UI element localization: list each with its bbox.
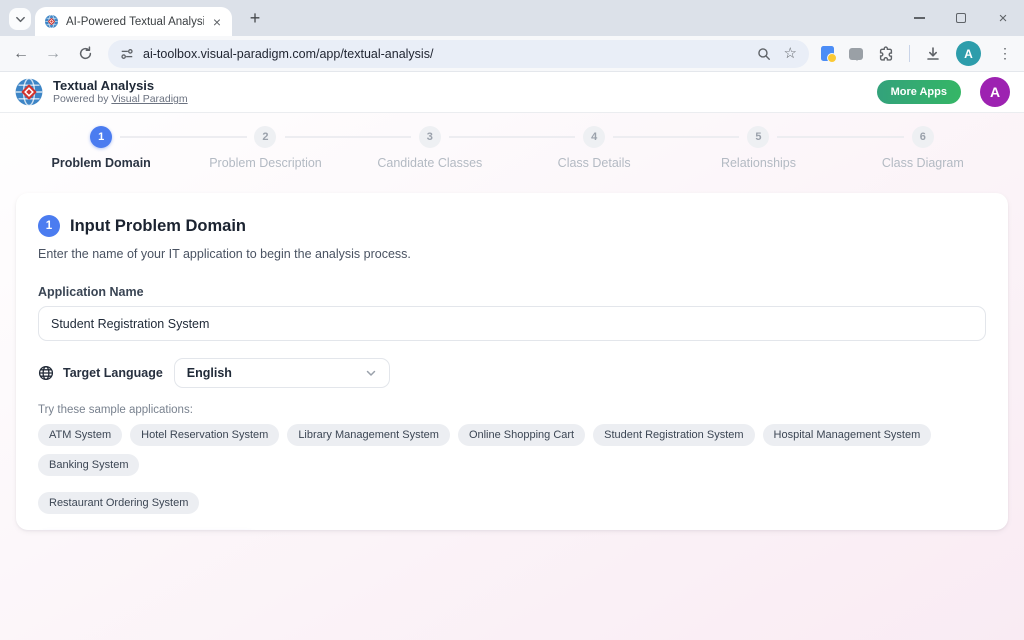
reload-icon [78, 46, 93, 61]
sample-chip[interactable]: Library Management System [287, 424, 450, 446]
window-close-button[interactable]: × [982, 0, 1024, 36]
sample-chip[interactable]: Online Shopping Cart [458, 424, 585, 446]
step-number: 2 [254, 126, 276, 148]
toolbar-separator [909, 45, 910, 62]
close-icon: × [999, 11, 1008, 26]
visual-paradigm-logo-icon [14, 77, 44, 107]
window-controls: × [898, 0, 1024, 36]
user-avatar[interactable]: A [980, 77, 1010, 107]
step-label: Class Details [512, 156, 676, 171]
step-class-details[interactable]: 4 Class Details [512, 126, 676, 171]
sample-chip[interactable]: Student Registration System [593, 424, 754, 446]
samples-label: Try these sample applications: [38, 404, 986, 416]
window-maximize-button[interactable] [940, 0, 982, 36]
problem-domain-card: 1 Input Problem Domain Enter the name of… [16, 193, 1008, 530]
step-number: 5 [747, 126, 769, 148]
reload-button[interactable] [74, 46, 96, 61]
target-language-label: Target Language [63, 366, 163, 380]
step-number: 4 [583, 126, 605, 148]
back-icon: ← [13, 46, 29, 62]
forward-icon: → [45, 46, 61, 62]
step-number: 1 [90, 126, 112, 148]
card-description: Enter the name of your IT application to… [38, 247, 986, 261]
tab-title: AI-Powered Textual Analysis for [66, 16, 204, 28]
page-body: Textual Analysis Powered by Visual Parad… [0, 72, 1024, 640]
maximize-icon [956, 13, 966, 23]
window-minimize-button[interactable] [898, 0, 940, 36]
forward-button[interactable]: → [42, 46, 64, 62]
browser-menu-kebab-icon[interactable]: ⋮ [996, 45, 1014, 62]
sample-chip[interactable]: Banking System [38, 454, 139, 476]
step-problem-domain[interactable]: 1 Problem Domain [19, 126, 183, 171]
browser-toolbar: ← → ai-toolbox.visual-paradigm.com/app/t… [0, 36, 1024, 72]
card-title: Input Problem Domain [70, 217, 246, 236]
minimize-icon [914, 17, 925, 19]
application-name-label: Application Name [38, 285, 986, 299]
favicon-visual-paradigm-icon [44, 14, 59, 29]
sample-chips: ATM System Hotel Reservation System Librar… [38, 424, 986, 514]
more-apps-button[interactable]: More Apps [877, 80, 961, 104]
step-label: Class Diagram [841, 156, 1005, 171]
sample-chip[interactable]: Hotel Reservation System [130, 424, 279, 446]
card-step-number: 1 [38, 215, 60, 237]
step-label: Candidate Classes [348, 156, 512, 171]
browser-tab[interactable]: AI-Powered Textual Analysis for × [35, 7, 232, 36]
url-text[interactable]: ai-toolbox.visual-paradigm.com/app/textu… [143, 47, 748, 61]
globe-icon [38, 365, 54, 381]
step-relationships[interactable]: 5 Relationships [676, 126, 840, 171]
extensions-puzzle-icon[interactable] [878, 46, 894, 62]
bookmark-star-icon[interactable]: ☆ [784, 46, 797, 61]
step-label: Problem Description [183, 156, 347, 171]
language-selected-value: English [187, 366, 232, 380]
browser-profile-avatar[interactable]: A [956, 41, 981, 66]
sample-chip[interactable]: Restaurant Ordering System [38, 492, 199, 514]
app-title: Textual Analysis [53, 78, 188, 93]
chevron-down-icon [365, 367, 377, 379]
powered-by: Powered by Visual Paradigm [53, 93, 188, 106]
new-tab-button[interactable]: + [243, 6, 267, 30]
step-class-diagram[interactable]: 6 Class Diagram [841, 126, 1005, 171]
extension-bubble-icon[interactable] [849, 48, 863, 60]
step-problem-description[interactable]: 2 Problem Description [183, 126, 347, 171]
step-label: Problem Domain [19, 156, 183, 171]
site-info-tune-icon[interactable] [120, 47, 134, 61]
language-select[interactable]: English [174, 358, 390, 388]
powered-by-prefix: Powered by [53, 93, 111, 105]
sample-chip[interactable]: Hospital Management System [763, 424, 932, 446]
step-number: 3 [419, 126, 441, 148]
application-name-input[interactable] [38, 306, 986, 341]
back-button[interactable]: ← [10, 46, 32, 62]
browser-titlebar: AI-Powered Textual Analysis for × + × [0, 0, 1024, 36]
zoom-icon[interactable] [757, 47, 771, 61]
extension-doc-icon[interactable] [821, 46, 834, 61]
sample-chip[interactable]: ATM System [38, 424, 122, 446]
app-header: Textual Analysis Powered by Visual Parad… [0, 72, 1024, 113]
address-bar[interactable]: ai-toolbox.visual-paradigm.com/app/textu… [108, 40, 809, 68]
downloads-icon[interactable] [925, 46, 941, 62]
extensions-area: A ⋮ [821, 41, 1014, 66]
chevron-down-icon [15, 14, 26, 25]
step-label: Relationships [676, 156, 840, 171]
visual-paradigm-link[interactable]: Visual Paradigm [111, 93, 187, 105]
tab-search-button[interactable] [9, 8, 31, 30]
tab-close-icon[interactable]: × [211, 15, 223, 29]
step-candidate-classes[interactable]: 3 Candidate Classes [348, 126, 512, 171]
step-number: 6 [912, 126, 934, 148]
step-indicator: 1 Problem Domain 2 Problem Description 3 Cand… [0, 113, 1024, 171]
